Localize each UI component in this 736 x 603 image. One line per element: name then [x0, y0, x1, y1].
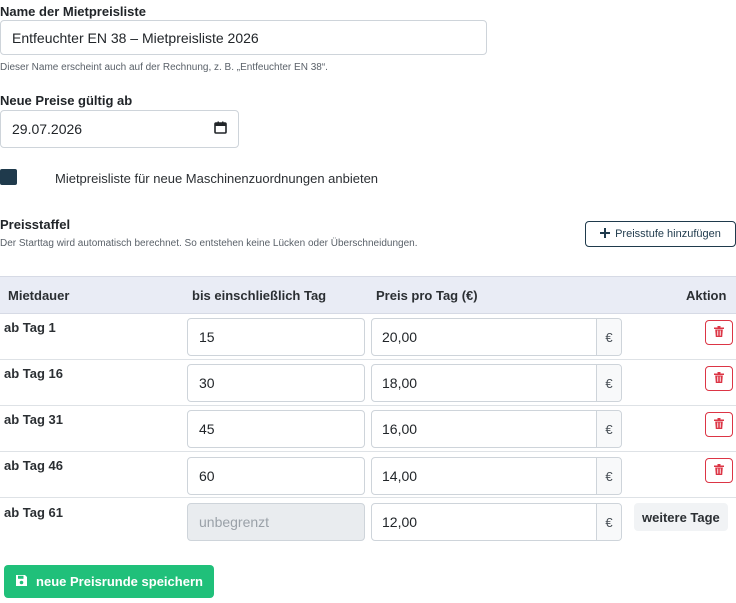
row-label: ab Tag 61	[4, 505, 64, 520]
row-label: ab Tag 16	[4, 366, 64, 381]
name-help: Dieser Name erscheint auch auf der Rechn…	[0, 62, 328, 73]
price-value: 16,00	[382, 421, 418, 437]
staffel-title: Preisstaffel	[0, 217, 71, 232]
price-input[interactable]: 20,00 €	[371, 318, 622, 356]
name-input[interactable]: Entfeuchter EN 38 – Mietpreisliste 2026	[0, 20, 487, 55]
staffel-help: Der Starttag wird automatisch berechnet.…	[0, 238, 418, 249]
date-input-value: 29.07.2026	[12, 121, 83, 137]
delete-row-button[interactable]	[705, 458, 733, 483]
until-day-input-disabled: unbegrenzt	[187, 503, 365, 541]
until-day-input[interactable]: 15	[187, 318, 365, 356]
delete-row-button[interactable]	[705, 412, 733, 437]
row-label: ab Tag 1	[4, 320, 56, 335]
table-row: ab Tag 1 15 20,00 €	[0, 314, 736, 360]
price-input[interactable]: 12,00 €	[371, 503, 622, 541]
date-label: Neue Preise gültig ab	[0, 93, 133, 108]
add-price-tier-button[interactable]: Preisstufe hinzufügen	[585, 221, 736, 247]
until-day-input[interactable]: 45	[187, 410, 365, 448]
until-day-value: 45	[199, 421, 215, 437]
currency-suffix: €	[596, 411, 621, 447]
floppy-disk-icon	[15, 574, 28, 590]
until-day-placeholder: unbegrenzt	[199, 514, 270, 530]
table-row: ab Tag 31 45 16,00 €	[0, 406, 736, 452]
save-price-round-label: neue Preisrunde speichern	[36, 574, 203, 589]
header-aktion: Aktion	[686, 288, 727, 303]
until-day-value: 30	[199, 375, 215, 391]
price-value: 12,00	[382, 514, 418, 530]
calendar-icon[interactable]	[214, 121, 227, 137]
date-input[interactable]: 29.07.2026	[0, 110, 239, 148]
table-row: ab Tag 16 30 18,00 €	[0, 360, 736, 406]
table-header: Mietdauer bis einschließlich Tag Preis p…	[0, 276, 736, 314]
currency-suffix: €	[596, 504, 621, 540]
name-label: Name der Mietpreisliste	[0, 4, 146, 19]
trash-icon	[714, 462, 724, 480]
price-input[interactable]: 18,00 €	[371, 364, 622, 402]
price-input[interactable]: 16,00 €	[371, 410, 622, 448]
row-label: ab Tag 46	[4, 458, 64, 473]
add-price-tier-label: Preisstufe hinzufügen	[615, 228, 721, 240]
currency-suffix: €	[596, 458, 621, 494]
table-row: ab Tag 61 unbegrenzt 12,00 € weitere Tag…	[0, 499, 736, 545]
trash-icon	[714, 370, 724, 388]
price-value: 18,00	[382, 375, 418, 391]
row-label: ab Tag 31	[4, 412, 64, 427]
trash-icon	[714, 324, 724, 342]
plus-icon	[600, 227, 611, 241]
header-preis: Preis pro Tag (€)	[376, 288, 478, 303]
currency-suffix: €	[596, 365, 621, 401]
until-day-input[interactable]: 60	[187, 457, 365, 495]
header-bis-tag: bis einschließlich Tag	[192, 288, 327, 303]
until-day-input[interactable]: 30	[187, 364, 365, 402]
price-value: 20,00	[382, 329, 418, 345]
offer-toggle[interactable]	[0, 169, 17, 185]
offer-toggle-label: Mietpreisliste für neue Maschinenzuordnu…	[55, 171, 379, 186]
name-input-value: Entfeuchter EN 38 – Mietpreisliste 2026	[12, 29, 259, 46]
save-price-round-button[interactable]: neue Preisrunde speichern	[4, 565, 214, 598]
until-day-value: 60	[199, 468, 215, 484]
until-day-value: 15	[199, 329, 215, 345]
header-mietdauer: Mietdauer	[8, 288, 70, 303]
further-days-badge: weitere Tage	[634, 503, 728, 531]
price-value: 14,00	[382, 468, 418, 484]
currency-suffix: €	[596, 319, 621, 355]
delete-row-button[interactable]	[705, 366, 733, 391]
table-row: ab Tag 46 60 14,00 €	[0, 452, 736, 498]
price-input[interactable]: 14,00 €	[371, 457, 622, 495]
trash-icon	[714, 416, 724, 434]
delete-row-button[interactable]	[705, 320, 733, 345]
